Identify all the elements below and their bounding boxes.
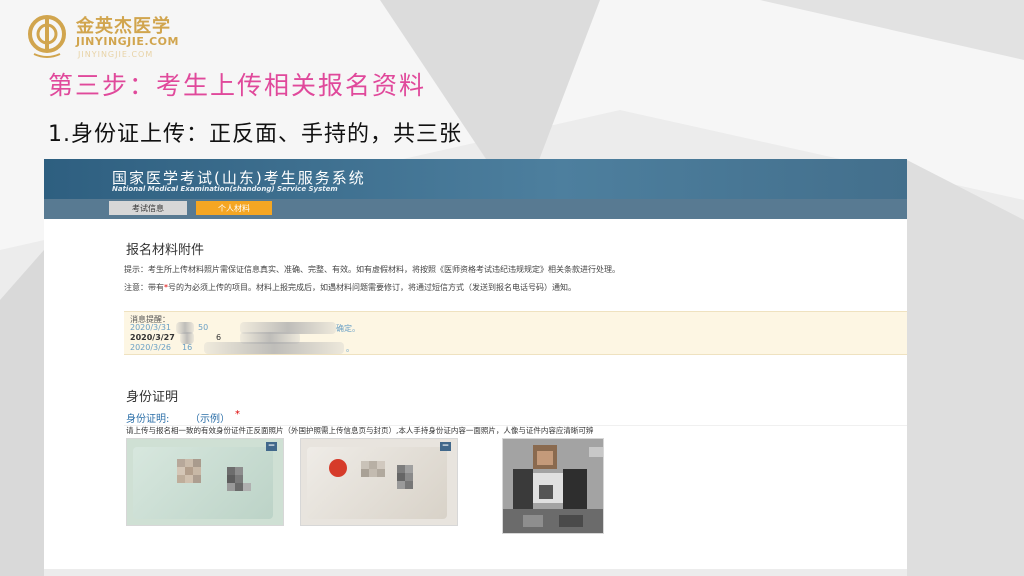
note-prefix: 注意：带有 (124, 283, 164, 292)
remove-photo-button[interactable]: − (266, 442, 277, 451)
message-time: 50 (198, 323, 209, 332)
identity-description: 请上传与报名相一致的有效身份证件正反面照片（外国护照需上传信息页与封页）,本人手… (126, 426, 594, 435)
required-star: * (235, 409, 240, 420)
blurred-text (204, 342, 344, 354)
national-emblem-icon (329, 459, 347, 477)
id-card-image (307, 447, 447, 519)
id-back-photo[interactable]: − (300, 438, 458, 526)
tip-text: 提示：考生所上传材料照片需保证信息真实、准确、完整、有效。如有虚假材料，将按照《… (124, 265, 620, 274)
brand-domain-small: JINYINGJIE.COM (78, 50, 154, 59)
tab-exam-info[interactable]: 考试信息 (109, 201, 187, 215)
message-tail: 。 (346, 344, 354, 353)
message-date: 2020/3/27 (130, 333, 175, 342)
system-subtitle: National Medical Examination(shandong) S… (112, 185, 338, 193)
brand-domain: JINYINGJIE.COM (76, 35, 179, 48)
remove-photo-button[interactable]: − (440, 442, 451, 451)
message-tail: 确定。 (336, 324, 360, 333)
message-time: 6 (216, 333, 222, 342)
step-title: 第三步：考生上传相关报名资料 (48, 71, 427, 100)
identity-title: 身份证明 (126, 390, 179, 405)
id-front-photo[interactable]: − (126, 438, 284, 526)
message-date: 2020/3/31 (130, 323, 172, 332)
sub-title: 1.身份证上传：正反面、手持的，共三张 (48, 122, 462, 147)
handheld-id-photo[interactable] (502, 438, 604, 534)
note-text: 注意：带有*号的为必须上传的项目。材料上报完成后，如遇材料问题需要修订，将通过短… (124, 282, 576, 293)
id-card-image (133, 447, 273, 519)
system-screenshot: 国家医学考试(山东)考生服务系统 National Medical Examin… (44, 159, 907, 569)
example-link[interactable]: （示例） (190, 410, 230, 425)
identity-label: 身份证明: (126, 414, 170, 425)
tab-personal-materials[interactable]: 个人材料 (196, 201, 272, 215)
note-suffix: 号的为必须上传的项目。材料上报完成后，如遇材料问题需要修订，将通过短信方式（发送… (168, 283, 576, 292)
system-header: 国家医学考试(山东)考生服务系统 National Medical Examin… (44, 159, 907, 199)
message-date: 2020/3/26 (130, 343, 172, 352)
message-time: 16 (182, 343, 193, 352)
attachments-title: 报名材料附件 (126, 243, 205, 258)
message-box: 消息提醒： 2020/3/31 50 确定。 2020/3/27 6 2020/… (124, 311, 907, 355)
